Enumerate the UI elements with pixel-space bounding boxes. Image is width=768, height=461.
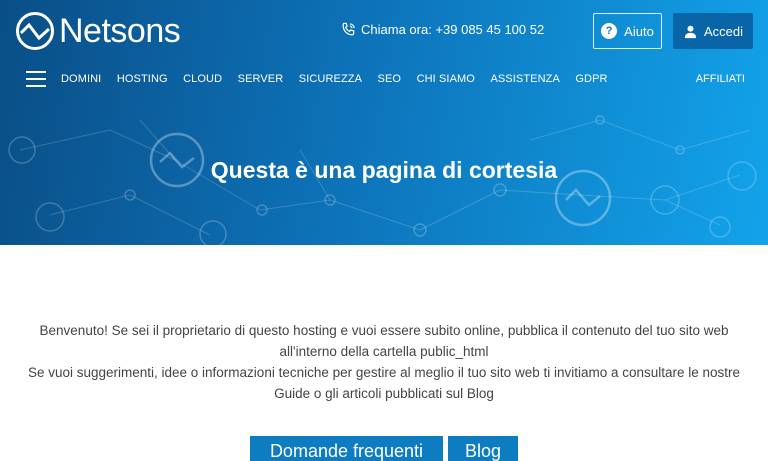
call-link[interactable]: Chiama ora: +39 085 45 100 52 xyxy=(341,22,544,37)
nav-item-sicurezza[interactable]: SICUREZZA xyxy=(299,73,362,85)
nav-item-server[interactable]: SERVER xyxy=(238,73,284,85)
nav-item-cloud[interactable]: CLOUD xyxy=(183,73,222,85)
help-button[interactable]: ? Aiuto xyxy=(593,13,662,49)
welcome-line-1: Benvenuto! Se sei il proprietario di que… xyxy=(39,323,729,338)
action-buttons: Domande frequenti Blog xyxy=(250,436,518,461)
main-nav: DOMINI HOSTING CLOUD SERVER SICUREZZA SE… xyxy=(61,73,623,85)
welcome-line-2: all'interno della cartella public_html xyxy=(279,344,489,359)
nav-item-domini[interactable]: DOMINI xyxy=(61,73,101,85)
nav-item-gdpr[interactable]: GDPR xyxy=(575,73,607,85)
user-icon xyxy=(684,25,697,38)
nav-item-affiliati[interactable]: AFFILIATI xyxy=(696,73,745,85)
welcome-line-4: Guide o gli articoli pubblicati sul Blog xyxy=(274,386,494,401)
phone-icon xyxy=(342,22,355,36)
hamburger-menu-icon[interactable] xyxy=(26,71,46,87)
welcome-line-3: Se vuoi suggerimenti, idee o informazion… xyxy=(27,365,741,380)
hero-banner: Netsons Chiama ora: +39 085 45 100 52 ? … xyxy=(0,0,768,245)
call-text: Chiama ora: +39 085 45 100 52 xyxy=(361,22,545,37)
welcome-text: Benvenuto! Se sei il proprietario di que… xyxy=(0,320,768,404)
netsons-logo[interactable]: Netsons xyxy=(15,11,181,51)
question-icon: ? xyxy=(601,23,618,39)
help-label: Aiuto xyxy=(624,23,654,39)
login-label: Accedi xyxy=(703,23,744,39)
blog-button[interactable]: Blog xyxy=(448,436,518,461)
faq-button[interactable]: Domande frequenti xyxy=(250,436,443,461)
netsons-logo-icon xyxy=(16,12,54,50)
logo-text: Netsons xyxy=(59,12,181,50)
nav-item-seo[interactable]: SEO xyxy=(378,73,402,85)
login-button[interactable]: Accedi xyxy=(673,13,753,49)
page-title: Questa è una pagina di cortesia xyxy=(210,157,558,183)
nav-item-chi-siamo[interactable]: CHI SIAMO xyxy=(417,73,475,85)
nav-item-hosting[interactable]: HOSTING xyxy=(117,73,168,85)
nav-item-assistenza[interactable]: ASSISTENZA xyxy=(490,73,559,85)
